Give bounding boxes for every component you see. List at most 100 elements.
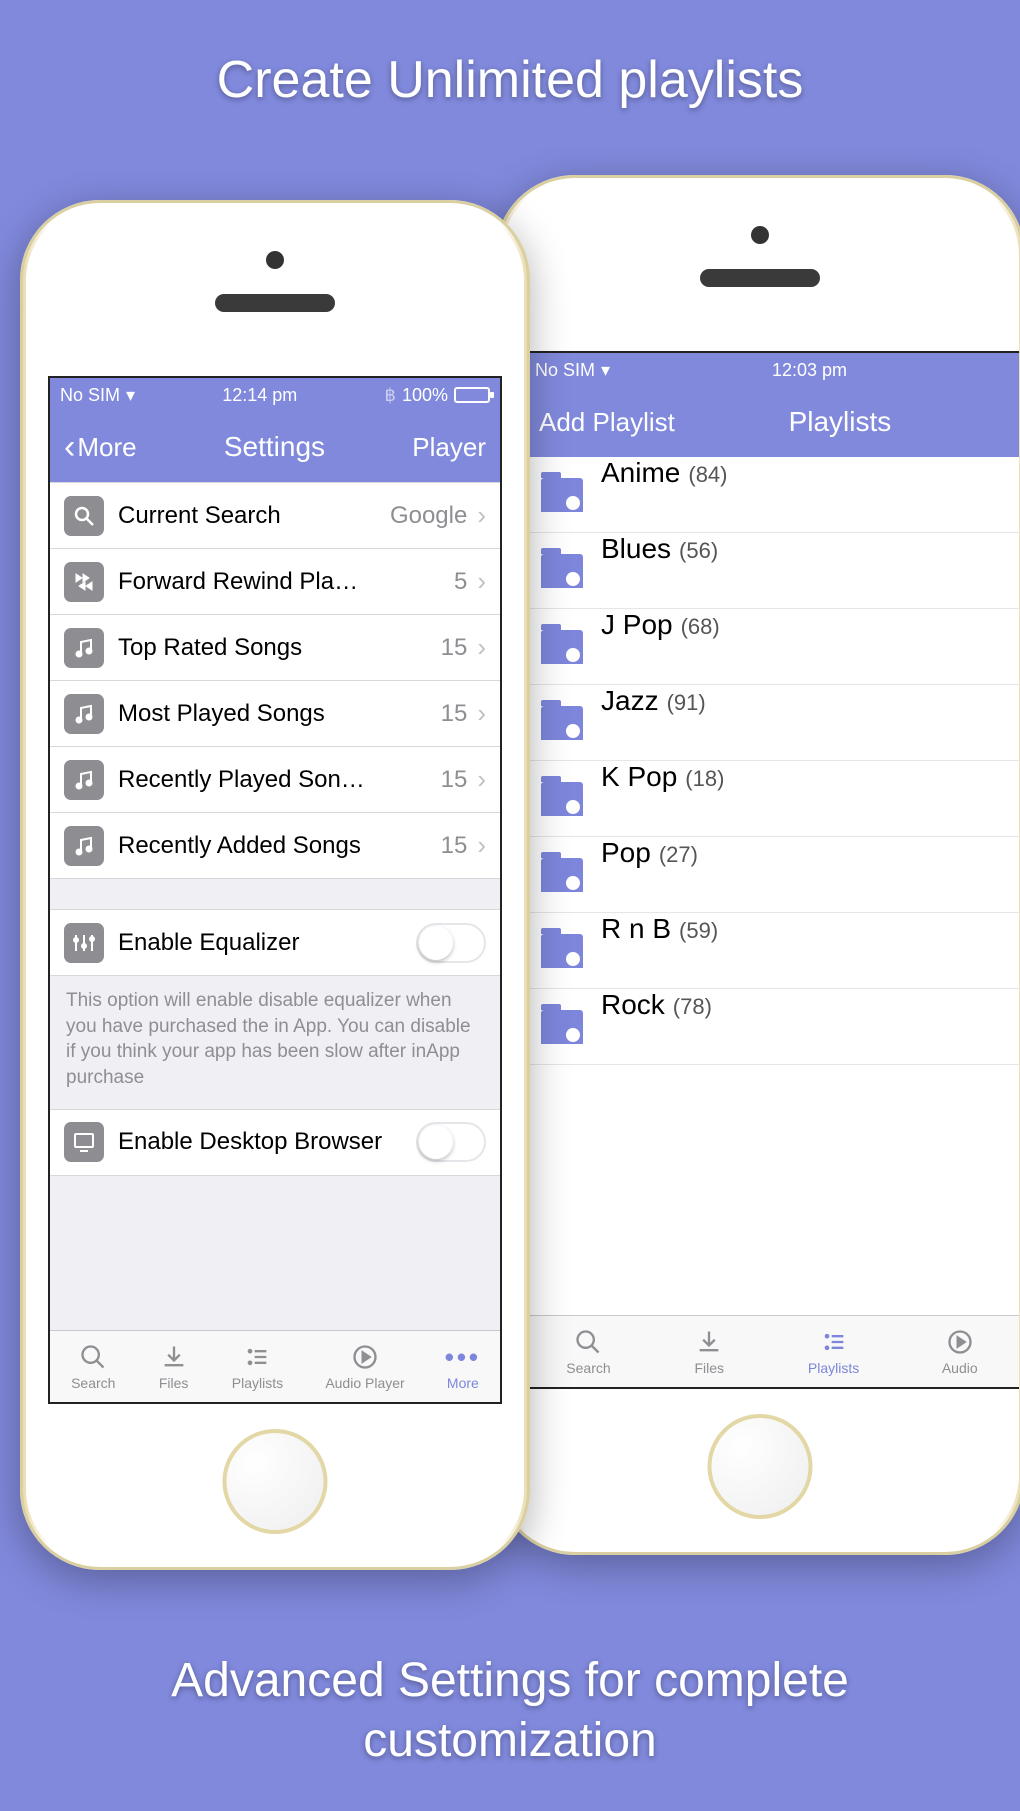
tab-search[interactable]: Search (71, 1342, 115, 1391)
row-value: 15 (441, 700, 468, 728)
row-label: Forward Rewind Pla… (118, 568, 444, 596)
earpiece (215, 294, 335, 312)
playlist-row-pop[interactable]: Pop(27) (525, 837, 1019, 913)
camera-dot (266, 251, 284, 269)
monitor-icon (64, 1122, 104, 1162)
home-button[interactable] (708, 1414, 813, 1519)
chevron-left-icon: ‹ (64, 430, 75, 464)
promo-footer: Advanced Settings for complete customiza… (40, 1651, 980, 1771)
tab-label: More (447, 1375, 479, 1391)
tab-label: Search (71, 1375, 115, 1391)
playlist-count: (27) (659, 842, 698, 868)
playlist-name: Jazz (601, 685, 659, 717)
desktop-browser-switch[interactable] (416, 1122, 486, 1162)
chevron-right-icon: › (477, 830, 486, 861)
tab-files[interactable]: Files (693, 1327, 725, 1376)
tab-audio[interactable]: Audio (942, 1327, 978, 1376)
tab-icon (349, 1342, 381, 1372)
folder-icon (541, 478, 583, 512)
home-button[interactable] (223, 1429, 328, 1534)
settings-row-3[interactable]: Most Played Songs15› (50, 681, 500, 747)
playlist-row-anime[interactable]: Anime(84) (525, 457, 1019, 533)
battery-percent: 100% (402, 385, 448, 406)
playlist-row-j-pop[interactable]: J Pop(68) (525, 609, 1019, 685)
bluetooth-icon: ฿ (385, 385, 396, 406)
tab-icon (572, 1327, 604, 1357)
section-gap (50, 879, 500, 909)
playlist-name: Blues (601, 533, 671, 565)
playlist-count: (91) (667, 690, 706, 716)
tab-icon (818, 1327, 850, 1357)
tab-icon (158, 1342, 190, 1372)
status-bar: No SIM ▾ 12:14 pm ฿ 100% (50, 378, 500, 412)
folder-icon (541, 630, 583, 664)
enable-equalizer-row[interactable]: Enable Equalizer (50, 910, 500, 976)
equalizer-icon (64, 923, 104, 963)
camera-dot (751, 226, 769, 244)
ffrw-icon (64, 562, 104, 602)
row-label: Current Search (118, 502, 380, 530)
back-button[interactable]: ‹More (64, 430, 137, 464)
battery-icon (454, 387, 490, 403)
player-button[interactable]: Player (412, 432, 486, 463)
playlist-name: Rock (601, 989, 665, 1021)
enable-desktop-browser-row[interactable]: Enable Desktop Browser (50, 1110, 500, 1176)
playlist-row-rock[interactable]: Rock (78) (525, 989, 1019, 1065)
settings-row-5[interactable]: Recently Added Songs15› (50, 813, 500, 879)
tab-search[interactable]: Search (566, 1327, 610, 1376)
tab-icon (77, 1342, 109, 1372)
equalizer-switch[interactable] (416, 923, 486, 963)
tab-files[interactable]: Files (158, 1342, 190, 1391)
enable-desktop-browser-label: Enable Desktop Browser (118, 1128, 416, 1156)
playlist-row-blues[interactable]: Blues(56) (525, 533, 1019, 609)
playlist-row-r-n-b[interactable]: R n B (59) (525, 913, 1019, 989)
nav-title: Settings (224, 431, 325, 463)
settings-row-0[interactable]: Current SearchGoogle› (50, 483, 500, 549)
search-icon (64, 496, 104, 536)
wifi-icon: ▾ (601, 360, 610, 381)
tab-label: Files (159, 1375, 189, 1391)
chevron-right-icon: › (477, 632, 486, 663)
tab-icon (944, 1327, 976, 1357)
promo-headline: Create Unlimited playlists (0, 50, 1020, 110)
carrier-label: No SIM (60, 385, 120, 406)
playlist-name: R n B (601, 913, 671, 945)
tab-playlists[interactable]: Playlists (808, 1327, 859, 1376)
playlist-count: (59) (679, 918, 718, 944)
tab-label: Search (566, 1360, 610, 1376)
settings-row-1[interactable]: Forward Rewind Pla… 5 › (50, 549, 500, 615)
playlist-row-jazz[interactable]: Jazz (91) (525, 685, 1019, 761)
add-playlist-button[interactable]: Add Playlist (539, 407, 675, 438)
row-value: 5 (454, 568, 467, 596)
settings-row-2[interactable]: Top Rated Songs15› (50, 615, 500, 681)
playlist-count: (18) (685, 766, 724, 792)
playlist-name: K Pop (601, 761, 677, 793)
row-value: 15 (441, 832, 468, 860)
tab-bar-settings: Search Files Playlists Audio Player ••• More (50, 1330, 500, 1402)
chevron-right-icon: › (477, 566, 486, 597)
nav-title: Playlists (789, 406, 892, 438)
earpiece (700, 269, 820, 287)
phone-playlists: No SIM▾ 12:03 pm Add Playlist Playlists … (495, 175, 1020, 1555)
tab-playlists[interactable]: Playlists (232, 1342, 283, 1391)
tab-icon: ••• (447, 1342, 479, 1372)
phone-settings: No SIM▾ 12:14 pm ฿ 100% ‹More Settings P… (20, 200, 530, 1570)
tab-audio-player[interactable]: Audio Player (325, 1342, 404, 1391)
chevron-right-icon: › (477, 764, 486, 795)
carrier-label: No SIM (535, 360, 595, 381)
folder-icon (541, 782, 583, 816)
tab-more[interactable]: ••• More (447, 1342, 479, 1391)
music-icon (64, 694, 104, 734)
tab-label: Audio (942, 1360, 978, 1376)
playlist-row-k-pop[interactable]: K Pop (18) (525, 761, 1019, 837)
row-label: Recently Played Son… (118, 766, 431, 794)
tab-label: Audio Player (325, 1375, 404, 1391)
folder-icon (541, 858, 583, 892)
folder-icon (541, 1010, 583, 1044)
playlist-count: (78) (673, 994, 712, 1020)
row-label: Most Played Songs (118, 700, 431, 728)
wifi-icon: ▾ (126, 385, 135, 406)
settings-row-4[interactable]: Recently Played Son…15› (50, 747, 500, 813)
clock-label: 12:14 pm (222, 385, 297, 406)
music-icon (64, 628, 104, 668)
